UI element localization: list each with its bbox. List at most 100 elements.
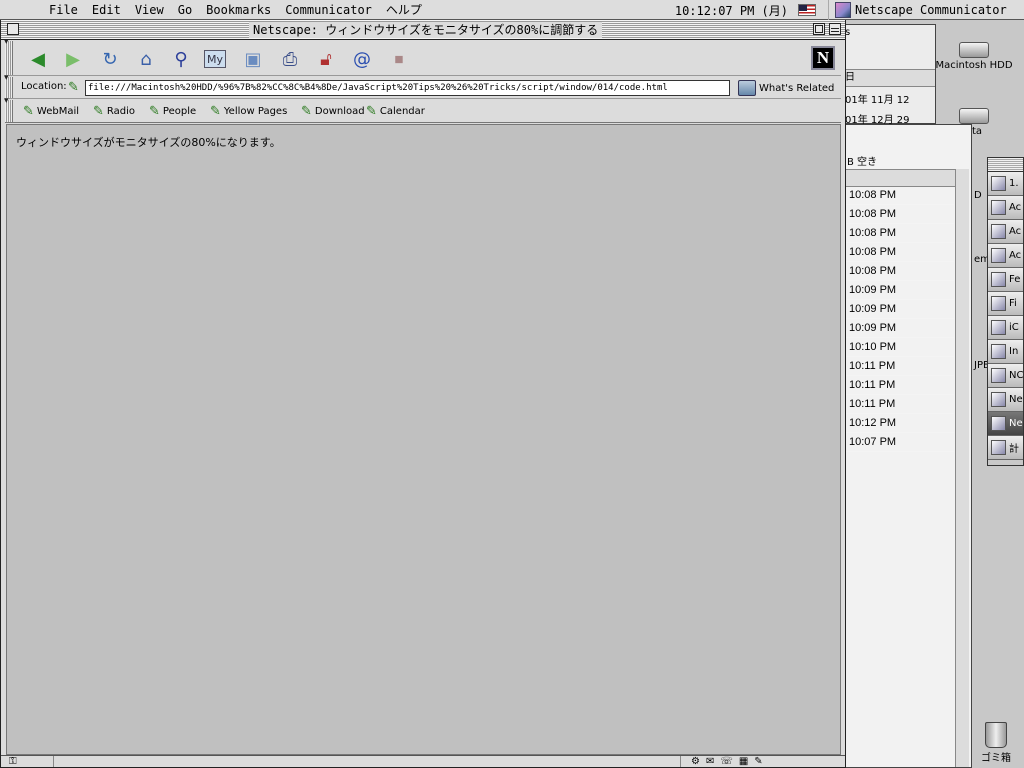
palette-app-label: NC	[1009, 370, 1023, 381]
bg-list-row[interactable]: 10:08 PM	[846, 205, 954, 224]
bg-list-row[interactable]: 10:11 PM	[846, 395, 954, 414]
application-icon	[991, 200, 1006, 215]
toolbar-collapse-tab[interactable]	[4, 37, 13, 75]
location-collapse-tab[interactable]	[4, 73, 13, 98]
menu-file[interactable]: File	[42, 0, 85, 20]
palette-app-button[interactable]: 1.	[988, 172, 1023, 196]
bg-list-row[interactable]: 10:11 PM	[846, 376, 954, 395]
palette-app-button[interactable]: Ac	[988, 244, 1023, 268]
bg-list-header: B 空き	[847, 157, 878, 168]
search-button[interactable]: ⚲	[168, 46, 194, 72]
status-bar: ⚿ ⚙✉☏▦✎	[1, 755, 845, 767]
personal-collapse-tab[interactable]	[4, 96, 13, 122]
bg-list-row[interactable]: 10:08 PM	[846, 262, 954, 281]
bg-list-scrollbar[interactable]	[955, 169, 969, 767]
bookmark-people[interactable]: ✎ People	[149, 103, 196, 120]
bg-list-row[interactable]: 10:09 PM	[846, 300, 954, 319]
forward-button[interactable]: ▶	[60, 46, 86, 72]
palette-app-label: Ac	[1009, 202, 1022, 213]
netscape-app-icon	[835, 2, 851, 18]
security-button[interactable]: 🔓︎	[313, 46, 339, 72]
application-icon	[991, 296, 1006, 311]
security-lock-icon[interactable]: ⚿	[9, 756, 17, 767]
bg-list-row[interactable]: 10:09 PM	[846, 281, 954, 300]
application-menu[interactable]: Netscape Communicator	[828, 0, 1024, 20]
home-button[interactable]: ⌂	[133, 46, 159, 72]
keyboard-layout-flag-icon[interactable]	[798, 4, 816, 16]
bookmark-calendar[interactable]: ✎ Calendar	[366, 103, 425, 120]
palette-app-button[interactable]: NC	[988, 364, 1023, 388]
second-disk-icon[interactable]: ta	[934, 108, 1014, 137]
bg-list-row[interactable]: 10:08 PM	[846, 243, 954, 262]
page-proxy-icon[interactable]: ✎	[68, 80, 82, 95]
component-bar-icons[interactable]: ⚙✉☏▦✎	[691, 756, 769, 767]
netscape-logo-icon[interactable]: N	[811, 46, 835, 70]
application-icon	[991, 440, 1006, 455]
print-button[interactable]: ⎙	[277, 46, 303, 72]
application-launcher-palette[interactable]: 1. Ac Ac Ac Fe Fi iC In NC Ne Ne 計	[987, 157, 1024, 466]
close-box-icon[interactable]	[7, 23, 19, 35]
palette-app-button[interactable]: Ne	[988, 388, 1023, 412]
windowshade-box-icon[interactable]	[829, 23, 841, 35]
menu-bar: File Edit View Go Bookmarks Communicator…	[0, 0, 1024, 20]
palette-app-button[interactable]: Ac	[988, 196, 1023, 220]
palette-app-button[interactable]: iC	[988, 316, 1023, 340]
bookmark-radio[interactable]: ✎ Radio	[93, 103, 135, 120]
shop-button[interactable]: @	[349, 46, 375, 72]
bookmark-yellow-pages[interactable]: ✎ Yellow Pages	[210, 103, 287, 120]
bookmark-icon: ✎	[23, 104, 34, 119]
application-icon	[991, 344, 1006, 359]
palette-app-button[interactable]: Ac	[988, 220, 1023, 244]
second-disk-label: ta	[972, 126, 983, 137]
palette-app-button[interactable]: In	[988, 340, 1023, 364]
menu-edit[interactable]: Edit	[85, 0, 128, 20]
palette-app-button[interactable]: Ne	[988, 412, 1023, 436]
bg-time-list: 10:08 PM 10:08 PM 10:08 PM 10:08 PM 10:08 PM…	[846, 186, 954, 452]
bookmark-label: Yellow Pages	[223, 106, 288, 117]
menu-clock[interactable]: 10:12:07 PM (月)	[675, 2, 798, 19]
page-content-area[interactable]: ウィンドウサイズがモニタサイズの80%になります。	[6, 124, 841, 755]
hard-disk-icon[interactable]: Macintosh HDD	[934, 42, 1014, 71]
bg-list-row[interactable]: 10:09 PM	[846, 319, 954, 338]
palette-app-label: Fe	[1009, 274, 1021, 285]
bg-list-row[interactable]: 10:07 PM	[846, 433, 954, 452]
personal-toolbar: ✎WebMail ✎Radio ✎People ✎Yellow Pages ✎D…	[4, 96, 841, 123]
application-icon	[991, 416, 1006, 431]
trash-icon[interactable]: ゴミ箱	[968, 722, 1024, 764]
location-url-field[interactable]: file:///Macintosh%20HDD/%96%7B%82%CC%8C%…	[85, 80, 730, 96]
palette-app-label: Ne	[1009, 418, 1023, 429]
whats-related-button[interactable]: What's Related	[738, 79, 834, 97]
bg-list-row[interactable]: 10:08 PM	[846, 186, 954, 205]
window-titlebar[interactable]: Netscape: ウィンドウサイズをモニタサイズの80%に調節する	[1, 20, 845, 40]
bg-list-row[interactable]: 10:11 PM	[846, 357, 954, 376]
bookmark-label: Radio	[106, 106, 136, 117]
palette-app-label: Ac	[1009, 250, 1022, 261]
reload-button[interactable]: ↻	[97, 46, 123, 72]
whats-related-label: What's Related	[759, 82, 835, 94]
bg-list-row[interactable]: 10:12 PM	[846, 414, 954, 433]
palette-app-button[interactable]: Fe	[988, 268, 1023, 292]
bg-window-date-row: 01年 11月 12	[845, 95, 910, 106]
bookmark-icon: ✎	[366, 104, 377, 119]
palette-app-label: Ne	[1009, 394, 1023, 405]
menu-communicator[interactable]: Communicator	[278, 0, 379, 20]
menu-view[interactable]: View	[128, 0, 171, 20]
menu-bookmarks[interactable]: Bookmarks	[199, 0, 278, 20]
stop-button[interactable]: ⏹︎	[386, 46, 412, 72]
bg-list-row[interactable]: 10:08 PM	[846, 224, 954, 243]
bookmark-label: Download	[314, 106, 365, 117]
bookmark-download[interactable]: ✎ Download	[301, 103, 365, 120]
menu-help[interactable]: ヘルプ	[379, 0, 429, 20]
palette-app-button[interactable]: Fi	[988, 292, 1023, 316]
menu-go[interactable]: Go	[171, 0, 199, 20]
bookmark-label: WebMail	[36, 106, 80, 117]
palette-app-button[interactable]: 計	[988, 436, 1023, 460]
images-button[interactable]: ▣	[240, 46, 266, 72]
bg-list-row[interactable]: 10:10 PM	[846, 338, 954, 357]
zoom-box-icon[interactable]	[813, 23, 825, 35]
bookmark-webmail[interactable]: ✎ WebMail	[23, 103, 79, 120]
back-button[interactable]: ◀	[25, 46, 51, 72]
whats-related-icon	[738, 80, 756, 96]
my-netscape-button[interactable]: My	[204, 50, 226, 68]
palette-titlebar[interactable]	[988, 158, 1023, 172]
